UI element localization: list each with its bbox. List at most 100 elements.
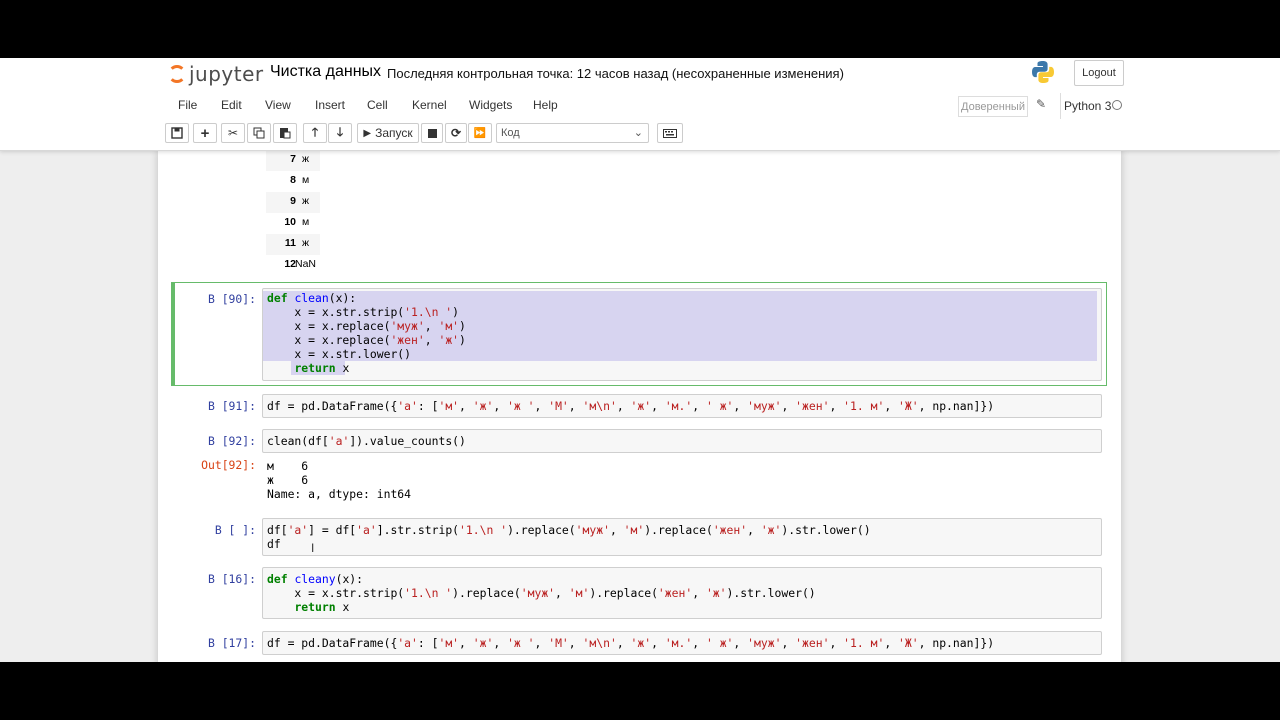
logout-button[interactable]: Logout [1074, 60, 1124, 86]
output-prompt: Out[92]: [201, 458, 256, 472]
interrupt-button[interactable] [421, 123, 443, 143]
input-prompt: В [92]: [207, 434, 256, 448]
kernel-idle-icon [1112, 100, 1122, 110]
restart-icon: ⟳ [450, 126, 462, 140]
code-line: x = x.str.strip('1.\n ').replace('муж', … [267, 586, 816, 600]
menu-widgets[interactable]: Widgets [469, 98, 512, 112]
table-row: 10 м [266, 213, 320, 234]
code-editor[interactable]: clean(df['a']).value_counts() [262, 429, 1102, 453]
edit-mode-pencil-icon: ✎ [1036, 97, 1047, 111]
code-line: x = x.str.lower() [267, 347, 412, 361]
save-icon [171, 127, 183, 139]
notebook-title[interactable]: Чистка данных [270, 63, 381, 81]
row-value: м [302, 174, 310, 186]
keyboard-icon [663, 128, 677, 138]
output-line: Name: a, dtype: int64 [267, 487, 412, 501]
row-index: 12 [284, 258, 296, 270]
row-value: ж [302, 237, 310, 249]
code-line: df = pd.DataFrame({'a': ['м', 'ж', 'ж ',… [267, 636, 995, 650]
input-prompt: В [91]: [207, 399, 256, 413]
code-editor[interactable]: df = pd.DataFrame({'a': ['м', 'ж', 'ж ',… [262, 631, 1102, 655]
code-line: def clean(x): [267, 291, 357, 305]
code-editor[interactable]: df['a'] = df['a'].str.strip('1.\n ').rep… [262, 518, 1102, 556]
kernel-name[interactable]: Python 3 [1060, 93, 1111, 119]
row-index: 8 [290, 174, 296, 186]
add-cell-icon: + [200, 124, 210, 142]
notebook-header: jupyter Чистка данных Последняя контроль… [0, 58, 1280, 151]
trusted-indicator[interactable]: Доверенный [958, 96, 1028, 117]
menu-edit[interactable]: Edit [221, 98, 242, 112]
row-index: 9 [290, 195, 296, 207]
menu-kernel[interactable]: Kernel [412, 98, 447, 112]
menu-help[interactable]: Help [533, 98, 558, 112]
menu-cell[interactable]: Cell [367, 98, 388, 112]
input-prompt: В [16]: [207, 572, 256, 586]
code-line: df = pd.DataFrame({'a': ['м', 'ж', 'ж ',… [267, 399, 995, 413]
add-cell-button[interactable]: + [193, 123, 217, 143]
cut-button[interactable]: ✂ [221, 123, 245, 143]
menu-view[interactable]: View [265, 98, 291, 112]
row-value: NaN [295, 258, 317, 270]
run-icon: ▶ [363, 127, 372, 139]
table-row: 8 м [266, 171, 320, 192]
input-prompt: В [ ]: [214, 523, 256, 537]
row-index: 11 [284, 237, 296, 249]
mouse-cursor-icon: I [311, 541, 315, 555]
menu-file[interactable]: File [178, 98, 197, 112]
table-row: 12 NaN [266, 255, 320, 276]
save-button[interactable] [165, 123, 189, 143]
copy-button[interactable] [247, 123, 271, 143]
copy-icon [253, 127, 265, 139]
table-row: 9 ж [266, 192, 320, 213]
jupyter-logo-icon [168, 65, 186, 83]
code-line: x = x.replace('жен', 'ж') [267, 333, 466, 347]
run-button[interactable]: ▶ Запуск [357, 123, 419, 143]
paste-button[interactable] [273, 123, 297, 143]
row-value: ж [302, 153, 310, 165]
input-prompt: В [90]: [207, 292, 256, 306]
cell-type-value: Код [501, 127, 520, 139]
restart-button[interactable]: ⟳ [445, 123, 467, 143]
code-editor[interactable]: df = pd.DataFrame({'a': ['м', 'ж', 'ж ',… [262, 394, 1102, 418]
python-logo-icon [1032, 61, 1054, 83]
menu-insert[interactable]: Insert [315, 98, 345, 112]
row-index: 7 [290, 153, 296, 165]
output-line: ж 6 [267, 473, 309, 487]
code-editor[interactable]: def cleany(x): x = x.str.strip('1.\n ').… [262, 567, 1102, 619]
row-value: ж [302, 195, 310, 207]
menu-bar: File Edit View Insert Cell Kernel Widget… [165, 93, 1128, 119]
code-editor[interactable]: def clean(x): x = x.str.strip('1.\n ') x… [262, 288, 1102, 381]
code-line: return x [294, 600, 350, 614]
output-line: м 6 [267, 459, 309, 473]
code-line: df [267, 537, 281, 551]
move-down-button[interactable]: 🡓 [328, 123, 352, 143]
code-line: df['a'] = df['a'].str.strip('1.\n ').rep… [267, 523, 871, 537]
cut-icon: ✂ [227, 126, 239, 140]
checkpoint-status: Последняя контрольная точка: 12 часов на… [387, 66, 844, 81]
code-line: clean(df['a']).value_counts() [267, 434, 466, 448]
move-down-icon: 🡓 [336, 124, 344, 139]
chevron-down-icon: ⌄ [633, 127, 643, 139]
paste-icon [280, 128, 291, 139]
move-up-button[interactable]: 🡑 [303, 123, 327, 143]
input-prompt: В [17]: [207, 636, 256, 650]
notebook-container: 7 ж 8 м 9 ж 10 м 11 ж 12 NaN В [90]: def… [158, 150, 1121, 662]
row-value: м [302, 216, 310, 228]
logo-text: jupyter [189, 62, 264, 86]
code-line: def cleany(x): [267, 572, 364, 586]
row-index: 10 [284, 216, 296, 228]
table-row: 7 ж [266, 150, 320, 171]
move-up-icon: 🡑 [311, 124, 319, 139]
restart-run-all-button[interactable]: ⏩ [468, 123, 492, 143]
code-line: return x [294, 361, 350, 375]
jupyter-window: jupyter Чистка данных Последняя контроль… [0, 58, 1280, 662]
fast-forward-icon: ⏩ [473, 127, 487, 139]
jupyter-logo[interactable]: jupyter [168, 61, 264, 87]
command-palette-button[interactable] [657, 123, 683, 143]
run-label: Запуск [375, 126, 413, 140]
code-line: x = x.replace('муж', 'м') [267, 319, 466, 333]
stop-icon [427, 128, 437, 138]
table-row: 11 ж [266, 234, 320, 255]
cell-type-select[interactable]: Код ⌄ [496, 123, 649, 143]
code-line: x = x.str.strip('1.\n ') [267, 305, 460, 319]
